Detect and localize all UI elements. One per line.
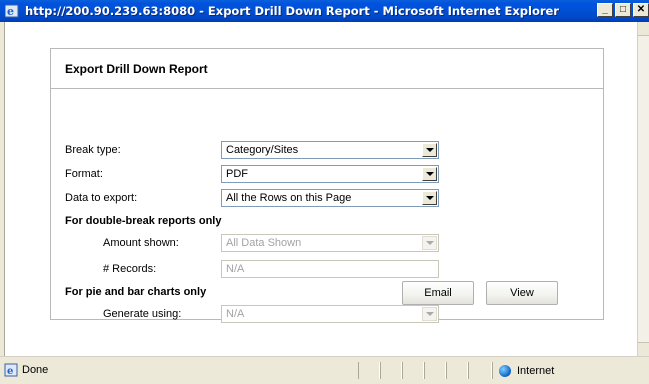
data-to-export-value: All the Rows on this Page (226, 192, 352, 204)
view-button[interactable]: View (486, 281, 558, 305)
window-controls: _ □ ✕ (595, 3, 649, 17)
double-break-heading: For double-break reports only (65, 215, 222, 227)
close-button[interactable]: ✕ (633, 3, 649, 17)
generate-using-label: Generate using: (103, 308, 182, 320)
restore-button[interactable]: □ (615, 3, 631, 17)
chevron-down-icon[interactable] (422, 191, 437, 205)
scroll-up-arrow[interactable] (638, 22, 649, 36)
email-button[interactable]: Email (402, 281, 474, 305)
status-cell (424, 362, 446, 379)
status-text: Done (22, 364, 49, 376)
data-to-export-label: Data to export: (65, 192, 138, 204)
records-value: N/A (226, 263, 245, 275)
page-icon: e (4, 363, 18, 377)
status-cell (358, 362, 380, 379)
generate-using-select[interactable]: N/A (221, 305, 439, 323)
generate-using-value: N/A (226, 308, 245, 320)
break-type-label: Break type: (65, 144, 121, 156)
generate-using-row: Generate using: N/A (51, 305, 603, 325)
amount-shown-value: All Data Shown (226, 237, 302, 249)
chevron-down-icon[interactable] (422, 236, 437, 250)
security-zone: Internet (492, 362, 649, 379)
window-title: http://200.90.239.63:8080 - Export Drill… (25, 4, 559, 18)
chevron-down-icon[interactable] (422, 307, 437, 321)
svg-text:e: e (7, 5, 14, 18)
status-area: e Done (4, 363, 48, 377)
data-to-export-row: Data to export: All the Rows on this Pag… (51, 189, 603, 209)
internet-explorer-icon: e (5, 4, 19, 18)
amount-shown-row: Amount shown: All Data Shown (51, 234, 603, 254)
records-row: # Records: N/A (51, 260, 603, 280)
status-cell (468, 362, 492, 379)
chevron-down-icon[interactable] (422, 143, 437, 157)
break-type-value: Category/Sites (226, 144, 299, 156)
vertical-scrollbar[interactable] (637, 22, 649, 356)
scroll-down-arrow[interactable] (638, 342, 649, 356)
amount-shown-label: Amount shown: (103, 237, 179, 249)
svg-text:e: e (7, 366, 13, 377)
chevron-down-icon[interactable] (422, 167, 437, 181)
minimize-button[interactable]: _ (597, 3, 613, 17)
format-select[interactable]: PDF (221, 165, 439, 183)
amount-shown-select[interactable]: All Data Shown (221, 234, 439, 252)
data-to-export-select[interactable]: All the Rows on this Page (221, 189, 439, 207)
records-input[interactable]: N/A (221, 260, 439, 278)
status-cell (446, 362, 468, 379)
format-value: PDF (226, 168, 248, 180)
status-cell (380, 362, 402, 379)
format-row: Format: PDF (51, 165, 603, 185)
zone-text: Internet (517, 364, 555, 377)
export-dialog-panel: Export Drill Down Report Break type: Cat… (50, 48, 604, 323)
window-titlebar: e http://200.90.239.63:8080 - Export Dri… (0, 0, 649, 22)
status-cell (402, 362, 424, 379)
charts-heading: For pie and bar charts only (65, 286, 207, 298)
records-label: # Records: (103, 263, 157, 275)
break-type-select[interactable]: Category/Sites (221, 141, 439, 159)
status-bar: e Done Internet (0, 356, 649, 384)
globe-icon (499, 364, 511, 377)
break-type-row: Break type: Category/Sites (51, 141, 603, 161)
dialog-title: Export Drill Down Report (51, 49, 603, 89)
format-label: Format: (65, 168, 103, 180)
